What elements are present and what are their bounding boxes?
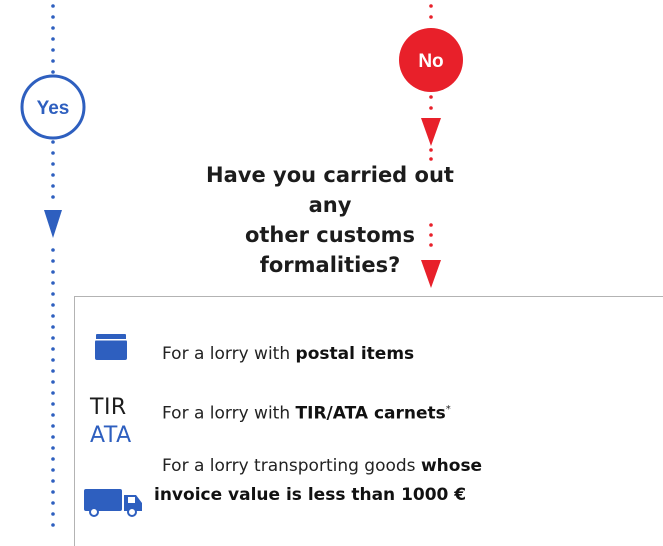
no-arrow-down-icon [421,118,441,146]
yes-arrow-down-icon [44,210,62,238]
yes-label: Yes [37,98,70,119]
option-invoice-prefix: For a lorry transporting goods [162,456,421,476]
parcel-box-icon [95,334,127,360]
option-postal-prefix: For a lorry with [162,344,296,364]
option-postal-bold: postal items [295,344,415,364]
option-tir-prefix: For a lorry with [162,403,296,424]
no-label: No [418,51,443,72]
option-tir-ata: For a lorry with TIR/ATA carnets* [162,396,451,428]
yes-badge: Yes [20,74,86,140]
option-tir-asterisk: * [445,404,451,415]
question-text: Have you carried out any other customs f… [200,160,460,280]
question-line-2: other customs formalities? [244,223,416,277]
option-tir-bold: TIR/ATA carnets [295,403,446,424]
option-invoice-bold-2: invoice value is less than 1000 € [154,485,467,505]
no-badge: No [399,28,463,92]
truck-icon [84,489,142,517]
option-invoice-line-1: For a lorry transporting goods whose [162,452,482,480]
ata-icon: ATA [90,423,132,448]
option-invoice-bold-1: whose [420,456,483,476]
option-invoice-line-2: invoice value is less than 1000 € [154,481,466,509]
option-postal-items: For a lorry with postal items [162,340,414,368]
tir-icon: TIR [90,395,127,420]
question-line-1: Have you carried out any [206,163,454,217]
